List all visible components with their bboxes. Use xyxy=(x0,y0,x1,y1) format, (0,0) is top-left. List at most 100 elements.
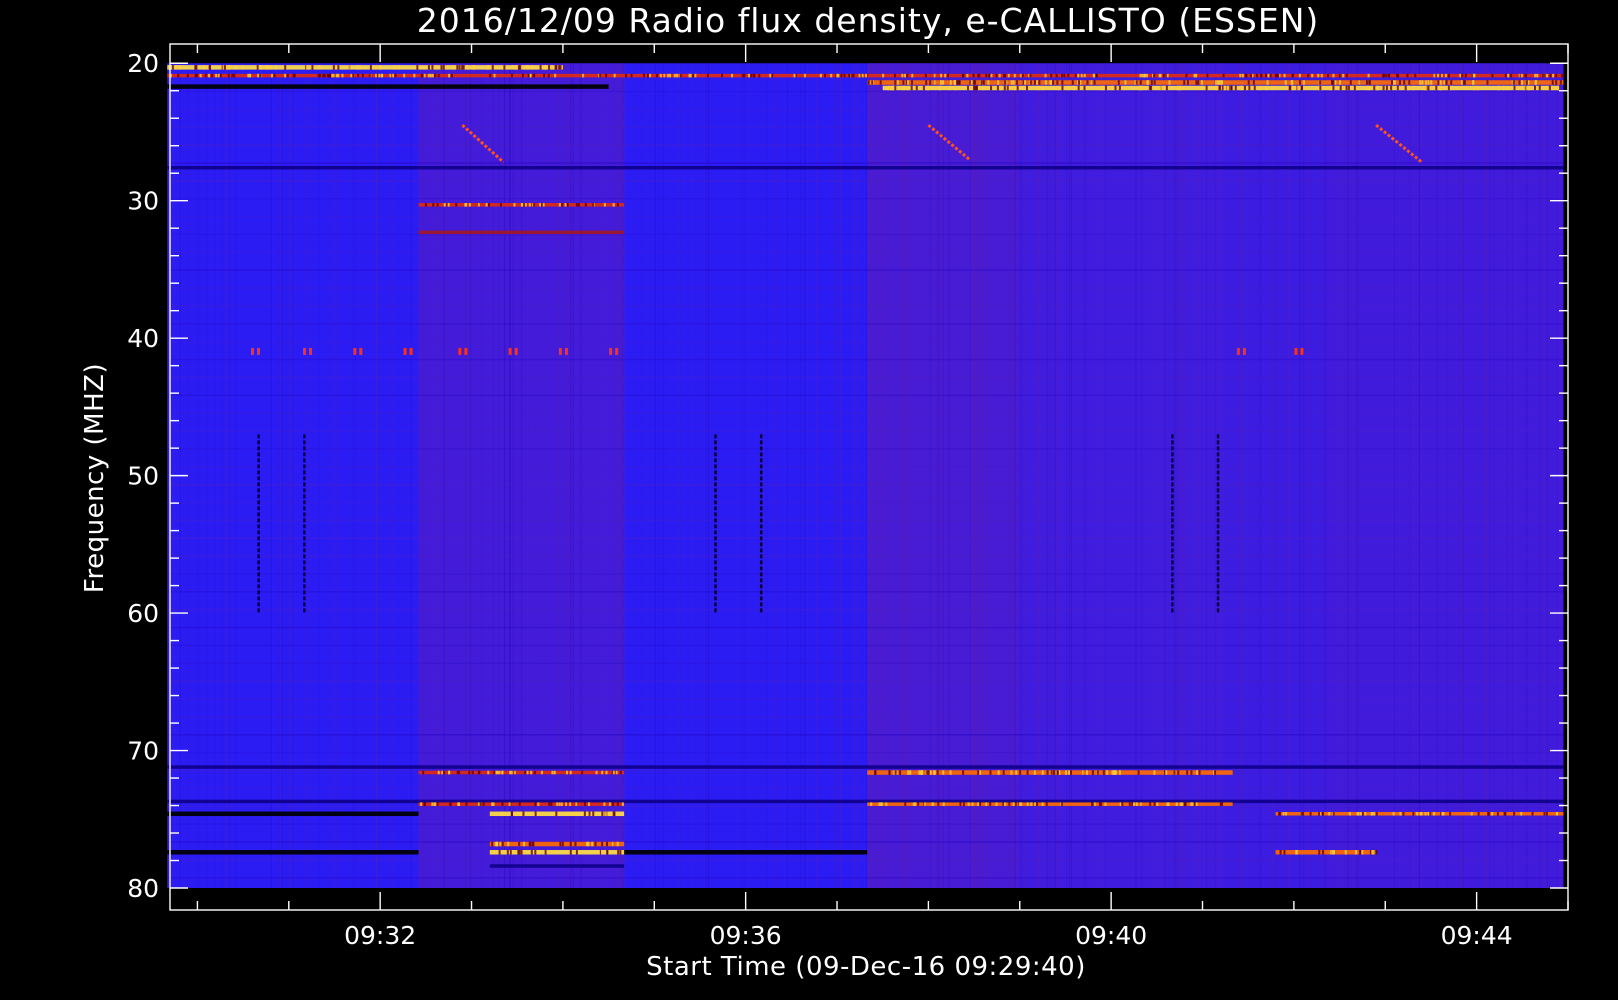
band-speckle xyxy=(1180,802,1183,806)
band-speckle xyxy=(1083,73,1086,78)
band-speckle xyxy=(1327,73,1330,78)
band-speckle xyxy=(1524,73,1527,78)
band-speckle xyxy=(1320,73,1323,78)
band-speckle xyxy=(1015,770,1018,775)
band-speckle xyxy=(912,802,915,806)
band-speckle xyxy=(269,65,272,70)
band-speckle xyxy=(1159,85,1162,91)
heatmap-noise xyxy=(446,63,448,889)
band-speckle xyxy=(1113,770,1116,775)
heatmap-row xyxy=(167,144,1564,146)
band-speckle xyxy=(1178,85,1181,91)
band-speckle xyxy=(899,770,902,775)
band-speckle xyxy=(1445,80,1448,85)
heatmap-row xyxy=(167,269,1564,271)
band-speckle xyxy=(1512,80,1515,85)
band-speckle xyxy=(215,73,218,78)
band-speckle xyxy=(1118,770,1121,775)
band-speckle xyxy=(293,73,296,78)
band-speckle xyxy=(1393,80,1396,85)
band-speckle xyxy=(1100,85,1103,91)
band-speckle xyxy=(590,811,593,817)
band-speckle xyxy=(1318,812,1321,816)
heatmap-noise xyxy=(971,63,973,889)
band-speckle xyxy=(195,73,198,78)
heatmap-noise xyxy=(546,63,548,889)
band-speckle xyxy=(933,80,936,85)
heatmap-noise xyxy=(884,63,886,889)
band-speckle xyxy=(904,802,907,806)
band-speckle xyxy=(1085,770,1088,775)
x-tick-label: 09:40 xyxy=(1075,921,1147,950)
band-speckle xyxy=(1546,73,1549,78)
band-speckle xyxy=(1371,812,1374,816)
band-speckle xyxy=(1504,812,1507,816)
band-speckle xyxy=(1046,770,1049,775)
heatmap-noise xyxy=(1271,63,1273,889)
spectrogram-chart: 2016/12/09 Radio flux density, e-CALLIST… xyxy=(0,0,1618,1000)
band-speckle xyxy=(979,770,982,775)
band-speckle xyxy=(1551,80,1554,85)
heatmap-noise xyxy=(527,63,529,889)
heatmap-row xyxy=(167,394,1564,397)
band-speckle xyxy=(1403,80,1406,85)
y-tick-label: 60 xyxy=(127,599,159,628)
band-speckle xyxy=(528,203,531,207)
band-speckle xyxy=(465,65,468,70)
band-speckle xyxy=(603,802,606,806)
band-speckle xyxy=(501,802,504,806)
band-speckle xyxy=(867,80,870,85)
band-speckle xyxy=(1556,812,1559,816)
band-speckle xyxy=(1419,80,1422,85)
band-speckle xyxy=(1361,850,1364,855)
heatmap-row xyxy=(167,859,1564,861)
band-speckle xyxy=(256,65,259,70)
heatmap-row xyxy=(167,537,1564,539)
band-speckle xyxy=(1243,85,1246,91)
band-speckle xyxy=(1545,812,1548,816)
band-speckle xyxy=(1185,73,1188,78)
y-tick-label: 50 xyxy=(127,462,159,491)
heatmap-noise xyxy=(1234,63,1236,889)
band-speckle xyxy=(730,73,733,78)
band-speckle xyxy=(583,802,586,806)
band-speckle xyxy=(679,73,682,78)
band-speckle xyxy=(1248,85,1251,91)
band-speckle xyxy=(1223,85,1226,91)
band-speckle xyxy=(1486,80,1489,85)
band-speckle xyxy=(1549,73,1552,78)
band-speckle xyxy=(948,85,951,91)
band-speckle xyxy=(569,850,572,855)
band-speckle xyxy=(1548,85,1551,91)
band-speckle xyxy=(543,73,546,78)
band-speckle xyxy=(208,73,211,78)
band-speckle xyxy=(1427,85,1430,91)
band-speckle xyxy=(1520,73,1523,78)
band-speckle xyxy=(1491,812,1494,816)
band-speckle xyxy=(1328,812,1331,816)
band-speckle xyxy=(972,73,975,78)
band-speckle xyxy=(194,65,197,70)
heatmap-noise xyxy=(289,63,291,889)
band-speckle xyxy=(1396,85,1399,91)
band-speckle xyxy=(1265,85,1268,91)
band-speckle xyxy=(1175,802,1178,806)
band-speckle xyxy=(597,850,600,855)
band-speckle xyxy=(915,85,918,91)
band-speckle xyxy=(1513,85,1516,91)
heatmap-noise xyxy=(440,63,442,889)
heatmap-noise xyxy=(1181,63,1183,889)
band-speckle xyxy=(526,65,529,70)
band-speckle xyxy=(487,65,490,70)
band-speckle xyxy=(1450,80,1453,85)
band-speckle xyxy=(477,802,480,806)
band-speckle xyxy=(1332,812,1335,816)
band-speckle xyxy=(1162,73,1165,78)
band-speckle xyxy=(1447,85,1450,91)
heatmap-noise xyxy=(214,63,216,889)
band-speckle xyxy=(219,73,222,78)
band-speckle xyxy=(1555,80,1558,85)
band-speckle xyxy=(1133,802,1136,806)
band-speckle xyxy=(980,80,983,85)
spot-mark xyxy=(514,347,518,355)
